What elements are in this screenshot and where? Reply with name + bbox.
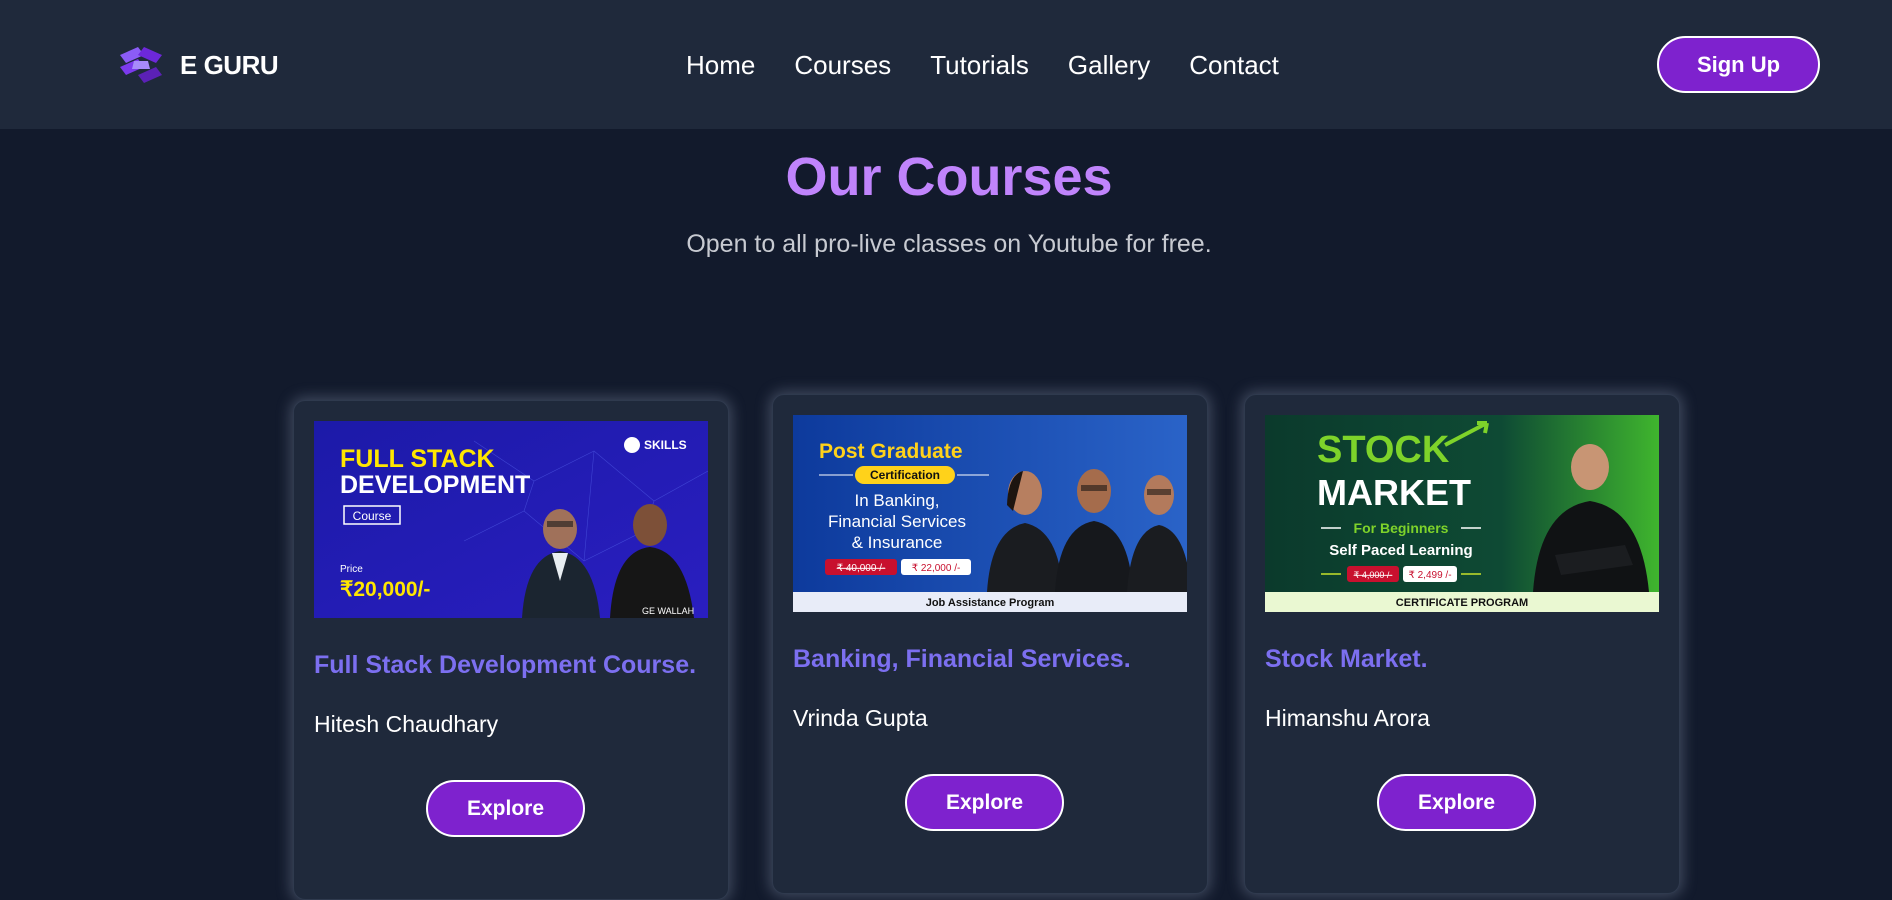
course-banner-banking[interactable]: Job Assistance Program Post Graduate Cer…	[793, 415, 1187, 612]
nav-contact[interactable]: Contact	[1189, 48, 1279, 82]
nav-gallery[interactable]: Gallery	[1068, 48, 1150, 82]
nav-tutorials[interactable]: Tutorials	[930, 48, 1029, 82]
banner-old-price: ₹ 40,000 /-	[837, 563, 886, 574]
signup-button[interactable]: Sign Up	[1657, 36, 1820, 93]
banner-price: ₹ 22,000 /-	[912, 563, 961, 574]
course-title: Full Stack Development Course.	[314, 651, 697, 679]
banner-text-line2: DEVELOPMENT	[340, 471, 530, 499]
banner-text-line3: Financial Services	[828, 512, 966, 531]
banner-text-line2: MARKET	[1317, 472, 1471, 513]
course-banner-fullstack[interactable]: FULL STACK DEVELOPMENT Course Price ₹20,…	[314, 421, 708, 618]
banner-text-line1: STOCK	[1317, 429, 1450, 471]
course-banner-stock[interactable]: CERTIFICATE PROGRAM STOCK MARKET For Beg…	[1265, 415, 1659, 612]
fullstack-banner-image: FULL STACK DEVELOPMENT Course Price ₹20,…	[314, 421, 708, 618]
banner-tag: Course	[353, 509, 392, 523]
course-title: Banking, Financial Services.	[793, 645, 1131, 673]
page-subtitle: Open to all pro-live classes on Youtube …	[686, 230, 1212, 258]
page-title: Our Courses	[785, 147, 1113, 207]
site-header: E GURU Home Courses Tutorials Gallery Co…	[0, 0, 1892, 129]
course-card-stock: CERTIFICATE PROGRAM STOCK MARKET For Beg…	[1244, 394, 1680, 894]
main-nav: Home Courses Tutorials Gallery Contact	[686, 48, 1318, 82]
banner-footer: CERTIFICATE PROGRAM	[1396, 597, 1528, 609]
banner-price: ₹ 2,499 /-	[1408, 570, 1451, 581]
banner-tag: For Beginners	[1354, 520, 1449, 536]
course-author: Himanshu Arora	[1265, 705, 1430, 731]
explore-button[interactable]: Explore	[1377, 774, 1536, 831]
stock-banner-image: CERTIFICATE PROGRAM STOCK MARKET For Beg…	[1265, 415, 1659, 612]
nav-courses[interactable]: Courses	[794, 48, 891, 82]
brand-name: E GURU	[180, 49, 279, 80]
banner-tag: Certification	[870, 468, 940, 482]
banner-price-label: Price	[340, 564, 363, 575]
course-author: Hitesh Chaudhary	[314, 711, 499, 737]
course-card-banking: Job Assistance Program Post Graduate Cer…	[772, 394, 1208, 894]
brand-logo[interactable]: E GURU	[114, 45, 279, 85]
banner-text-line2: In Banking,	[854, 491, 939, 510]
course-title: Stock Market.	[1265, 645, 1428, 673]
nav-home[interactable]: Home	[686, 48, 755, 82]
banner-price: ₹20,000/-	[340, 578, 430, 601]
banner-brand: SKILLS	[644, 438, 687, 452]
explore-button[interactable]: Explore	[426, 780, 585, 837]
banner-text-line4: & Insurance	[852, 533, 943, 552]
banner-shirt-text: GE WALLAH	[642, 606, 694, 616]
banking-banner-image: Job Assistance Program Post Graduate Cer…	[793, 415, 1187, 612]
banner-text-line1: FULL STACK	[340, 445, 495, 473]
explore-button[interactable]: Explore	[905, 774, 1064, 831]
course-card-fullstack: FULL STACK DEVELOPMENT Course Price ₹20,…	[293, 400, 729, 900]
banner-footer: Job Assistance Program	[926, 597, 1055, 609]
banner-old-price: ₹ 4,000 /-	[1354, 570, 1393, 580]
course-author: Vrinda Gupta	[793, 705, 928, 731]
logo-icon	[120, 47, 162, 83]
banner-text-line3: Self Paced Learning	[1329, 542, 1472, 559]
banner-text-line1: Post Graduate	[819, 440, 963, 463]
